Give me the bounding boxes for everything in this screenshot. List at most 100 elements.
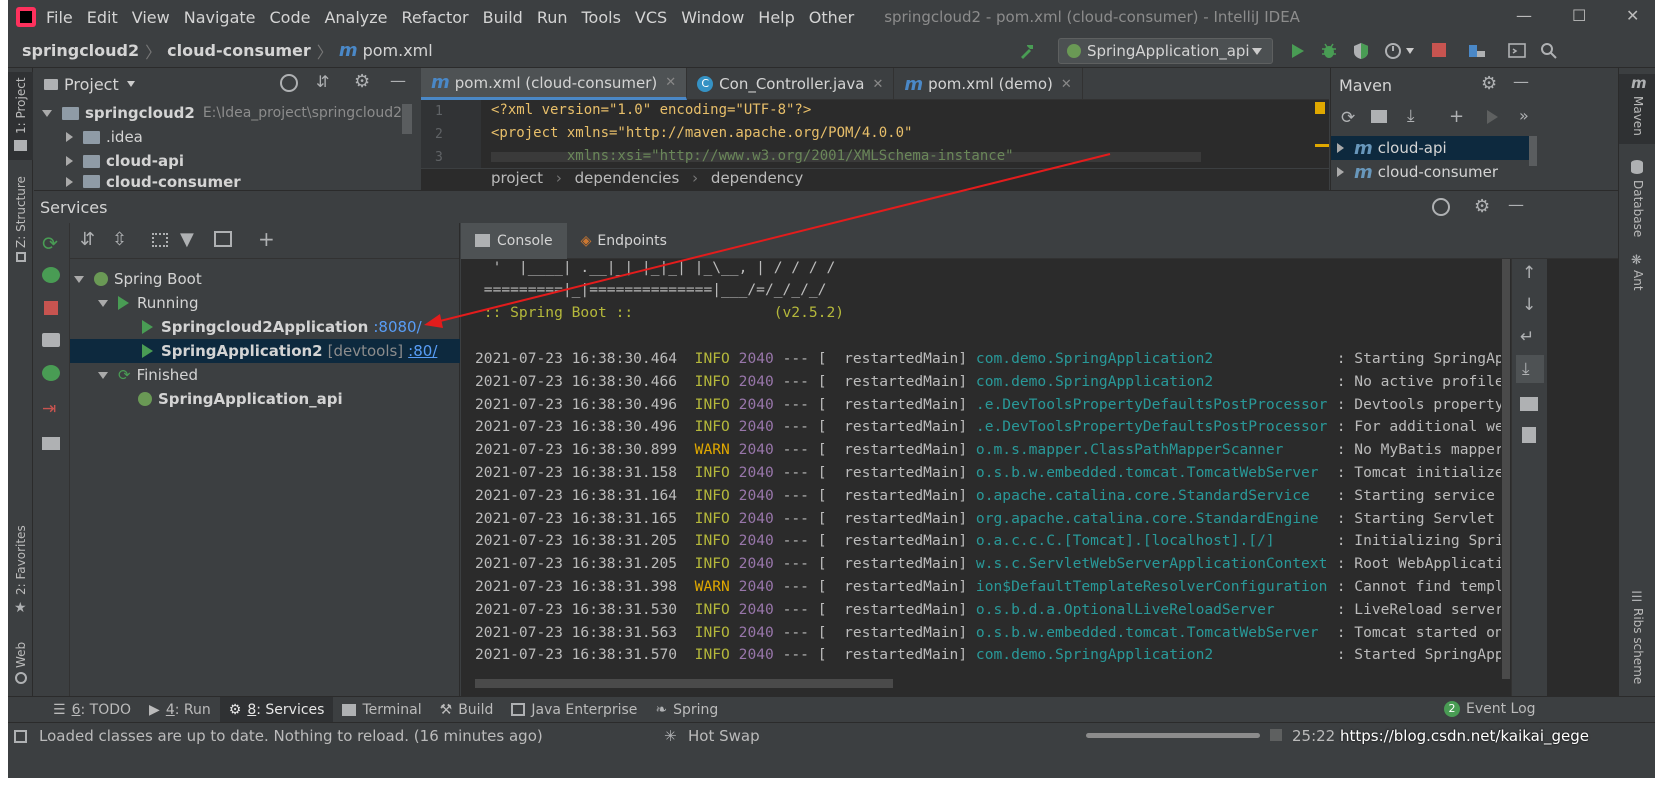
more-icon[interactable]: » <box>1519 106 1529 125</box>
close-tab-icon[interactable]: ✕ <box>665 75 676 90</box>
status-toggle-icon[interactable] <box>14 730 27 743</box>
editor-breadcrumb[interactable]: dependency <box>711 169 803 187</box>
menu-view[interactable]: View <box>132 8 170 27</box>
menu-tools[interactable]: Tools <box>582 8 621 27</box>
down-arrow-icon[interactable]: ↓ <box>1522 295 1536 315</box>
collapsed-arrow-icon[interactable] <box>1337 143 1344 153</box>
menu-build[interactable]: Build <box>483 8 523 27</box>
services-node-finished[interactable]: ⟳ Finished <box>98 363 460 387</box>
hide-icon[interactable]: — <box>390 71 406 90</box>
stop-icon[interactable] <box>1432 43 1446 57</box>
print-icon[interactable] <box>1520 397 1538 411</box>
horizontal-scrollbar[interactable] <box>475 679 893 688</box>
hide-icon[interactable]: — <box>1513 72 1529 91</box>
collapsed-arrow-icon[interactable] <box>66 177 73 187</box>
tool-window-web-label[interactable]: Web <box>14 642 28 668</box>
expand-arrow-icon[interactable] <box>98 371 108 379</box>
editor-tab-pom-demo[interactable]: m pom.xml (demo) ✕ <box>894 68 1083 100</box>
add-maven-project-icon[interactable] <box>1371 110 1387 123</box>
menu-edit[interactable]: Edit <box>87 8 118 27</box>
minimize-icon[interactable]: — <box>1516 6 1532 25</box>
tab-spring[interactable]: ❧ Spring <box>646 697 727 723</box>
tool-window-favorites-label[interactable]: 2: Favorites <box>14 525 28 595</box>
run-maven-icon[interactable] <box>1487 110 1498 124</box>
tool-window-ribs-label[interactable]: Ribs scheme <box>1631 608 1645 684</box>
menu-code[interactable]: Code <box>270 8 311 27</box>
filter-icon[interactable]: ▼ <box>180 229 194 250</box>
code-line[interactable]: <?xml version="1.0" encoding="UTF-8"?> <box>491 102 811 118</box>
collapsed-arrow-icon[interactable] <box>1337 167 1344 177</box>
project-tree-item[interactable]: cloud-api <box>66 149 184 173</box>
editor-breadcrumb[interactable]: dependencies <box>575 169 680 187</box>
close-tab-icon[interactable]: ✕ <box>872 77 883 92</box>
editor-tab-con-controller[interactable]: C Con_Controller.java ✕ <box>687 68 895 100</box>
tool-window-maven-label[interactable]: Maven <box>1631 96 1645 136</box>
debug-icon[interactable] <box>1320 42 1338 60</box>
rerun-icon[interactable]: ⟳ <box>42 233 58 255</box>
code-line[interactable]: <project xmlns="http://maven.apache.org/… <box>491 125 912 141</box>
download-icon[interactable]: ⤓ <box>1407 106 1415 126</box>
scroll-to-end-icon[interactable]: ⤓ <box>1522 359 1530 379</box>
project-panel-title[interactable]: Project <box>64 75 119 94</box>
breadcrumb-project[interactable]: springcloud2 <box>22 41 139 60</box>
close-icon[interactable]: ✕ <box>1626 6 1639 25</box>
new-tab-icon[interactable] <box>214 231 232 247</box>
group-by-icon[interactable] <box>152 233 168 247</box>
cancel-progress-icon[interactable] <box>1270 729 1282 741</box>
chevron-down-icon[interactable] <box>126 81 135 87</box>
run-icon[interactable] <box>1288 42 1306 60</box>
editor-tab-pom-cloud-consumer[interactable]: m pom.xml (cloud-consumer) ✕ <box>421 68 688 100</box>
menu-refactor[interactable]: Refactor <box>402 8 469 27</box>
menu-file[interactable]: File <box>46 8 73 27</box>
tab-console[interactable]: Console <box>461 222 567 259</box>
reload-icon[interactable]: ⟳ <box>1341 108 1355 128</box>
tool-window-database-label[interactable]: Database <box>1631 180 1645 237</box>
menu-help[interactable]: Help <box>758 8 794 27</box>
project-structure-icon[interactable] <box>1468 42 1486 60</box>
project-tree-item[interactable]: cloud-consumer <box>66 173 241 190</box>
scrollbar-thumb[interactable] <box>402 104 412 134</box>
trash-icon[interactable] <box>1522 427 1536 443</box>
project-tree-root[interactable]: springcloud2 E:\Idea_project\springcloud… <box>42 101 402 125</box>
collapse-all-icon[interactable]: ⇵ <box>316 72 329 91</box>
menu-window[interactable]: Window <box>681 8 744 27</box>
hide-icon[interactable]: — <box>1508 195 1524 214</box>
menu-navigate[interactable]: Navigate <box>184 8 256 27</box>
debug-icon[interactable] <box>42 267 60 283</box>
close-tab-icon[interactable]: ✕ <box>1061 77 1072 92</box>
services-node-spring-application2[interactable]: SpringApplication2 [devtools] :80/ <box>70 339 460 363</box>
hot-swap-label[interactable]: Hot Swap <box>688 727 760 745</box>
tool-window-structure-label[interactable]: Z: Structure <box>14 176 28 248</box>
event-log-button[interactable]: 2 Event Log <box>1444 701 1536 717</box>
gear-icon[interactable]: ⚙ <box>354 71 370 92</box>
search-icon[interactable] <box>1540 42 1558 60</box>
maven-tree-item[interactable]: m cloud-api <box>1337 136 1447 160</box>
tab-services[interactable]: ⚙ 8: Services <box>219 696 334 723</box>
menu-vcs[interactable]: VCS <box>635 8 667 27</box>
add-service-icon[interactable] <box>1432 198 1450 216</box>
maven-tree-item[interactable]: m cloud-consumer <box>1337 160 1498 184</box>
collapsed-arrow-icon[interactable] <box>66 132 73 142</box>
build-hammer-icon[interactable] <box>1018 42 1036 60</box>
services-node-running[interactable]: Running <box>98 291 460 315</box>
add-service-icon[interactable]: + <box>258 227 275 251</box>
error-stripe-marker[interactable] <box>1315 144 1329 147</box>
coverage-icon[interactable] <box>1352 42 1370 60</box>
status-message[interactable]: Loaded classes are up to date. Nothing t… <box>39 727 543 745</box>
expand-all-icon[interactable]: ⇵ <box>80 229 95 250</box>
services-node-spring-boot[interactable]: Spring Boot <box>74 267 460 291</box>
vertical-scrollbar[interactable] <box>1501 259 1511 679</box>
gear-icon[interactable]: ⚙ <box>1474 196 1490 217</box>
console-output[interactable]: ' |____| .__|_| |_|_| |_\__, | / / / / =… <box>461 259 1501 697</box>
camera-icon[interactable] <box>42 333 60 347</box>
menu-other[interactable]: Other <box>809 8 854 27</box>
plus-icon[interactable]: + <box>1449 106 1464 127</box>
expand-arrow-icon[interactable] <box>98 299 108 307</box>
tab-java-enterprise[interactable]: Java Enterprise <box>502 697 646 723</box>
collapse-all-icon[interactable]: ⇳ <box>112 229 127 250</box>
app-port-link[interactable]: :80/ <box>408 342 437 360</box>
warning-marker-icon[interactable] <box>1315 102 1325 114</box>
editor-breadcrumb[interactable]: project <box>491 169 543 187</box>
project-tree-item[interactable]: .idea <box>66 125 143 149</box>
tool-window-project-label[interactable]: 1: Project <box>14 77 28 134</box>
